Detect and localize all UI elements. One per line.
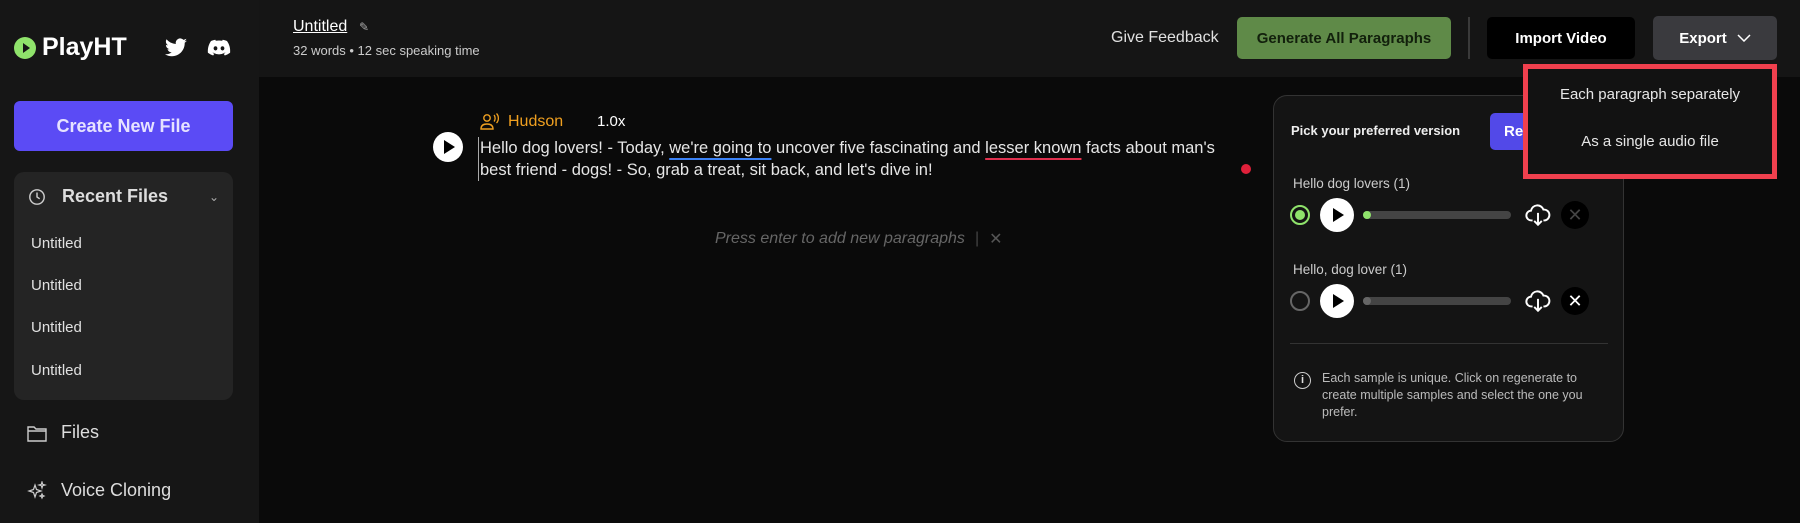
recent-file-item[interactable]: Untitled [31,277,82,294]
export-button[interactable]: Export [1653,16,1777,60]
status-dot [1241,164,1251,174]
text-segment: uncover five fascinating and [771,139,986,157]
brand-name: PlayHT [42,33,127,61]
paragraph-play-button[interactable] [433,132,463,162]
discord-icon[interactable] [206,36,232,60]
folder-icon [27,425,47,442]
spelling-highlight[interactable]: lesser known [985,139,1081,157]
chevron-down-icon[interactable]: ⌄ [209,190,219,204]
sample-progress-slider[interactable] [1363,211,1511,219]
pronunciation-highlight[interactable]: we're going to [669,139,771,157]
cloud-download-icon[interactable] [1525,288,1551,314]
divider [1290,343,1608,344]
delete-sample-button[interactable]: ✕ [1561,287,1589,315]
logo[interactable]: PlayHT [14,33,127,62]
sample-row: ✕ [1290,198,1589,232]
cloud-download-icon[interactable] [1525,202,1551,228]
recent-files-panel: Recent Files ⌄ Untitled Untitled Untitle… [14,172,233,400]
word-count-stats: 32 words • 12 sec speaking time [293,43,480,58]
slider-knob[interactable] [1363,297,1371,305]
sidebar-item-voice-cloning[interactable]: Voice Cloning [27,480,171,501]
info-icon: i [1294,372,1311,389]
voice-selector[interactable]: Hudson [480,113,563,131]
logo-play-icon [14,36,36,59]
edit-icon[interactable]: ✎ [359,20,369,34]
recent-files-toggle[interactable]: Recent Files [28,186,168,207]
info-text: Each sample is unique. Click on regenera… [1322,371,1583,419]
export-label: Export [1679,29,1727,47]
text-segment: Hello dog lovers! - Today, [480,139,670,157]
import-video-button[interactable]: Import Video [1487,17,1635,59]
create-new-file-button[interactable]: Create New File [14,101,233,151]
paragraph-text[interactable]: Hello dog lovers! - Today, we're going t… [478,137,1238,181]
twitter-icon[interactable] [163,36,189,60]
sample-label: Hello, dog lover (1) [1293,262,1408,277]
export-option-each-paragraph[interactable]: Each paragraph separately [1528,86,1772,103]
sample-play-button[interactable] [1320,284,1354,318]
placeholder-text: Press enter to add new paragraphs [715,230,965,247]
divider [1468,17,1470,59]
sample-progress-slider[interactable] [1363,297,1511,305]
clock-icon [29,188,45,205]
voice-name: Hudson [508,113,564,130]
sidebar-item-files[interactable]: Files [27,422,99,443]
voice-cloning-label: Voice Cloning [61,480,172,500]
recent-files-title: Recent Files [62,186,169,206]
close-icon[interactable]: ✕ [989,229,1002,249]
recent-file-item[interactable]: Untitled [31,319,82,336]
slider-knob[interactable] [1363,211,1371,219]
delete-sample-button[interactable]: ✕ [1561,201,1589,229]
sample-label: Hello dog lovers (1) [1293,176,1411,191]
sample-radio[interactable] [1290,291,1310,311]
speed-selector[interactable]: 1.0x [597,113,625,130]
generate-all-button[interactable]: Generate All Paragraphs [1237,17,1451,59]
sample-radio[interactable] [1290,205,1310,225]
chevron-down-icon [1737,34,1751,42]
recent-file-item[interactable]: Untitled [31,362,82,379]
export-option-single-file[interactable]: As a single audio file [1528,133,1772,150]
sample-row: ✕ [1290,284,1589,318]
new-paragraph-placeholder[interactable]: Press enter to add new paragraphs | ✕ [715,229,1003,249]
divider: | [974,230,980,247]
sparkles-icon [27,480,47,500]
give-feedback-link[interactable]: Give Feedback [1111,29,1219,47]
sample-play-button[interactable] [1320,198,1354,232]
file-title[interactable]: Untitled [293,18,347,36]
recent-file-item[interactable]: Untitled [31,235,82,252]
export-dropdown-menu: Each paragraph separately As a single au… [1523,64,1777,179]
files-label: Files [61,422,100,442]
info-note: i Each sample is unique. Click on regener… [1294,370,1614,421]
voice-speaker-icon [480,113,500,130]
version-picker-title: Pick your preferred version [1291,123,1461,138]
